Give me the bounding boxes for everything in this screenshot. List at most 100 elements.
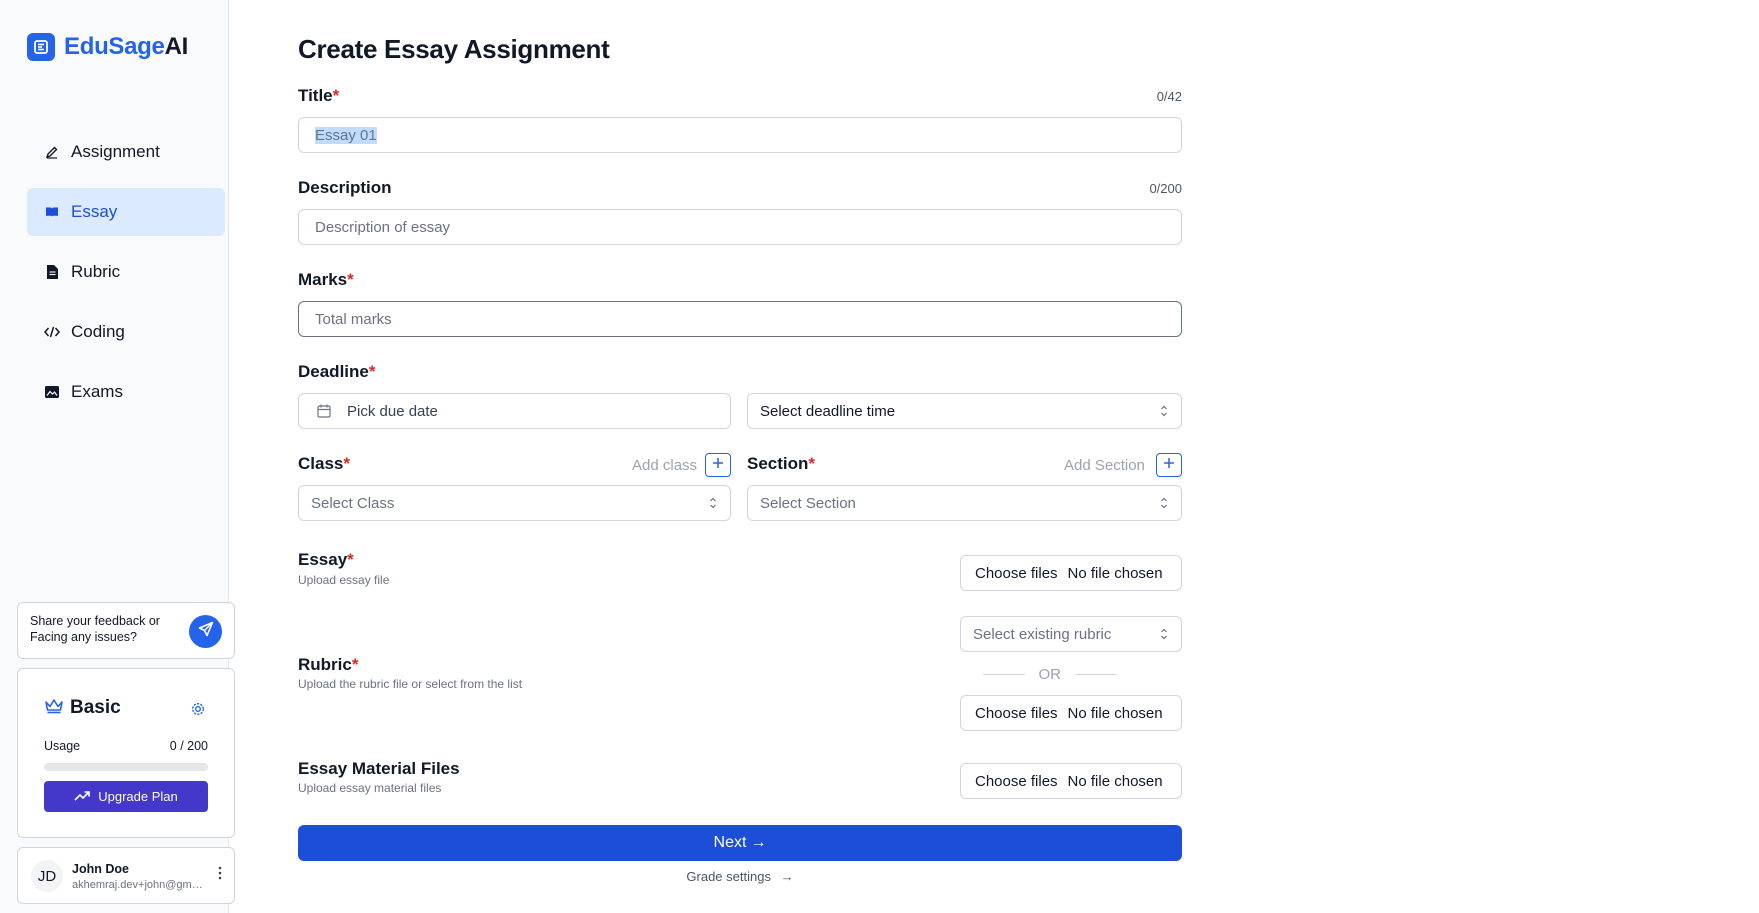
arrow-right-icon: → bbox=[780, 869, 794, 884]
class-label: Class* bbox=[298, 454, 350, 474]
description-input[interactable]: Description of essay bbox=[298, 209, 1182, 245]
file-status: No file chosen bbox=[1067, 704, 1163, 722]
marks-label-text: Marks bbox=[298, 270, 348, 289]
usage-progress-bar bbox=[44, 763, 208, 771]
chevron-up-down-icon bbox=[1159, 627, 1169, 645]
send-feedback-button[interactable] bbox=[189, 615, 222, 648]
due-date-picker[interactable]: Pick due date bbox=[298, 393, 731, 429]
chevron-up-down-icon bbox=[1159, 496, 1169, 514]
file-status: No file chosen bbox=[1067, 772, 1163, 790]
plus-icon bbox=[712, 456, 724, 474]
user-email: akhemraj.dev+john@gmail.com bbox=[72, 879, 204, 891]
sidebar: EduSageAI Assignment Essay Rubric Coding… bbox=[0, 0, 235, 913]
essay-subtitle: Upload essay file bbox=[298, 573, 390, 587]
section-label-text: Section bbox=[747, 454, 809, 473]
title-label: Title* bbox=[298, 86, 339, 106]
sidebar-item-label: Essay bbox=[71, 202, 118, 221]
gear-icon[interactable] bbox=[190, 701, 206, 722]
marks-label: Marks* bbox=[298, 270, 354, 290]
sidebar-item-coding[interactable]: Coding bbox=[27, 308, 225, 356]
rubric-label-text: Rubric bbox=[298, 655, 352, 674]
rubric-select-placeholder: Select existing rubric bbox=[973, 625, 1112, 643]
divider-line bbox=[982, 674, 1025, 675]
or-text: OR bbox=[1038, 666, 1062, 683]
required-mark: * bbox=[351, 655, 359, 674]
rubric-label: Rubric* bbox=[298, 655, 358, 675]
deadline-time-placeholder: Select deadline time bbox=[760, 402, 896, 420]
plan-card: Basic Usage 0 / 200 Upgrade Plan bbox=[17, 668, 235, 838]
description-placeholder: Description of essay bbox=[315, 218, 451, 236]
add-class-button[interactable] bbox=[705, 453, 731, 477]
next-button[interactable]: Next → bbox=[298, 825, 1182, 861]
title-input[interactable]: Essay 01 bbox=[298, 117, 1182, 153]
book-open-icon bbox=[43, 203, 61, 221]
deadline-time-select[interactable]: Select deadline time bbox=[747, 393, 1182, 429]
send-icon bbox=[198, 621, 214, 642]
sidebar-item-label: Assignment bbox=[71, 142, 160, 161]
sidebar-item-label: Coding bbox=[71, 322, 125, 341]
next-button-label: Next bbox=[713, 834, 747, 851]
class-select[interactable]: Select Class bbox=[298, 485, 731, 521]
required-mark: * bbox=[347, 550, 354, 569]
add-class-link[interactable]: Add class bbox=[632, 457, 697, 474]
upgrade-plan-button[interactable]: Upgrade Plan bbox=[44, 781, 208, 812]
divider-line bbox=[1075, 674, 1117, 675]
rubric-subtitle: Upload the rubric file or select from th… bbox=[298, 677, 523, 691]
logo-icon bbox=[27, 33, 55, 61]
class-placeholder: Select Class bbox=[311, 494, 395, 512]
sidebar-item-label: Rubric bbox=[71, 262, 121, 281]
brand-name: EduSageAI bbox=[64, 33, 188, 61]
section-label: Section* bbox=[747, 454, 815, 474]
section-placeholder: Select Section bbox=[760, 494, 856, 512]
upgrade-plan-label: Upgrade Plan bbox=[98, 789, 178, 804]
choose-files-button[interactable]: Choose files bbox=[975, 705, 1058, 722]
plus-icon bbox=[1163, 456, 1175, 474]
required-mark: * bbox=[343, 454, 350, 473]
sidebar-item-label: Exams bbox=[71, 382, 123, 401]
usage-label: Usage bbox=[44, 739, 81, 753]
rubric-file-input[interactable]: Choose files No file chosen bbox=[960, 695, 1182, 731]
add-section-button[interactable] bbox=[1156, 453, 1182, 477]
trending-up-icon bbox=[74, 789, 91, 804]
usage-value: 0 / 200 bbox=[169, 739, 208, 753]
section-select[interactable]: Select Section bbox=[747, 485, 1182, 521]
feedback-card[interactable]: Share your feedback or Facing any issues… bbox=[17, 602, 235, 659]
description-label: Description bbox=[298, 178, 392, 197]
more-vertical-icon[interactable] bbox=[218, 866, 222, 885]
choose-files-button[interactable]: Choose files bbox=[975, 565, 1058, 582]
essay-file-input[interactable]: Choose files No file chosen bbox=[960, 555, 1182, 591]
plan-header: Basic bbox=[44, 697, 121, 719]
required-mark: * bbox=[808, 454, 816, 473]
brand-name-part2: AI bbox=[164, 33, 189, 60]
user-card[interactable]: JD John Doe akhemraj.dev+john@gmail.com bbox=[17, 847, 235, 904]
add-section-link[interactable]: Add Section bbox=[1064, 457, 1145, 474]
brand-logo[interactable]: EduSageAI bbox=[27, 33, 188, 61]
description-counter: 0/200 bbox=[1149, 181, 1182, 196]
sidebar-item-exams[interactable]: Exams bbox=[27, 368, 225, 416]
choose-files-button[interactable]: Choose files bbox=[975, 773, 1058, 790]
essay-label-text: Essay bbox=[298, 550, 348, 569]
plan-name: Basic bbox=[70, 697, 121, 718]
sidebar-item-assignment[interactable]: Assignment bbox=[27, 128, 225, 176]
avatar: JD bbox=[31, 860, 63, 892]
required-mark: * bbox=[368, 362, 376, 381]
code-icon bbox=[43, 323, 61, 341]
sidebar-item-rubric[interactable]: Rubric bbox=[27, 248, 225, 296]
class-label-text: Class bbox=[298, 454, 344, 473]
feedback-text: Share your feedback or Facing any issues… bbox=[30, 614, 160, 644]
chevron-up-down-icon bbox=[1159, 404, 1169, 422]
deadline-label-text: Deadline bbox=[298, 362, 369, 381]
sidebar-nav: Assignment Essay Rubric Coding Exams bbox=[27, 128, 225, 428]
existing-rubric-select[interactable]: Select existing rubric bbox=[960, 616, 1182, 652]
arrow-right-icon: → bbox=[750, 834, 767, 851]
sidebar-item-essay[interactable]: Essay bbox=[27, 188, 225, 236]
title-input-value: Essay 01 bbox=[315, 126, 377, 144]
grade-settings-label: Grade settings bbox=[686, 869, 771, 884]
page-title: Create Essay Assignment bbox=[298, 34, 610, 64]
grade-settings-link[interactable]: Grade settings → bbox=[298, 869, 1182, 884]
image-icon bbox=[43, 383, 61, 401]
user-name: John Doe bbox=[72, 862, 129, 876]
material-file-input[interactable]: Choose files No file chosen bbox=[960, 763, 1182, 799]
due-date-placeholder: Pick due date bbox=[347, 402, 438, 420]
marks-input[interactable]: Total marks bbox=[298, 301, 1182, 337]
